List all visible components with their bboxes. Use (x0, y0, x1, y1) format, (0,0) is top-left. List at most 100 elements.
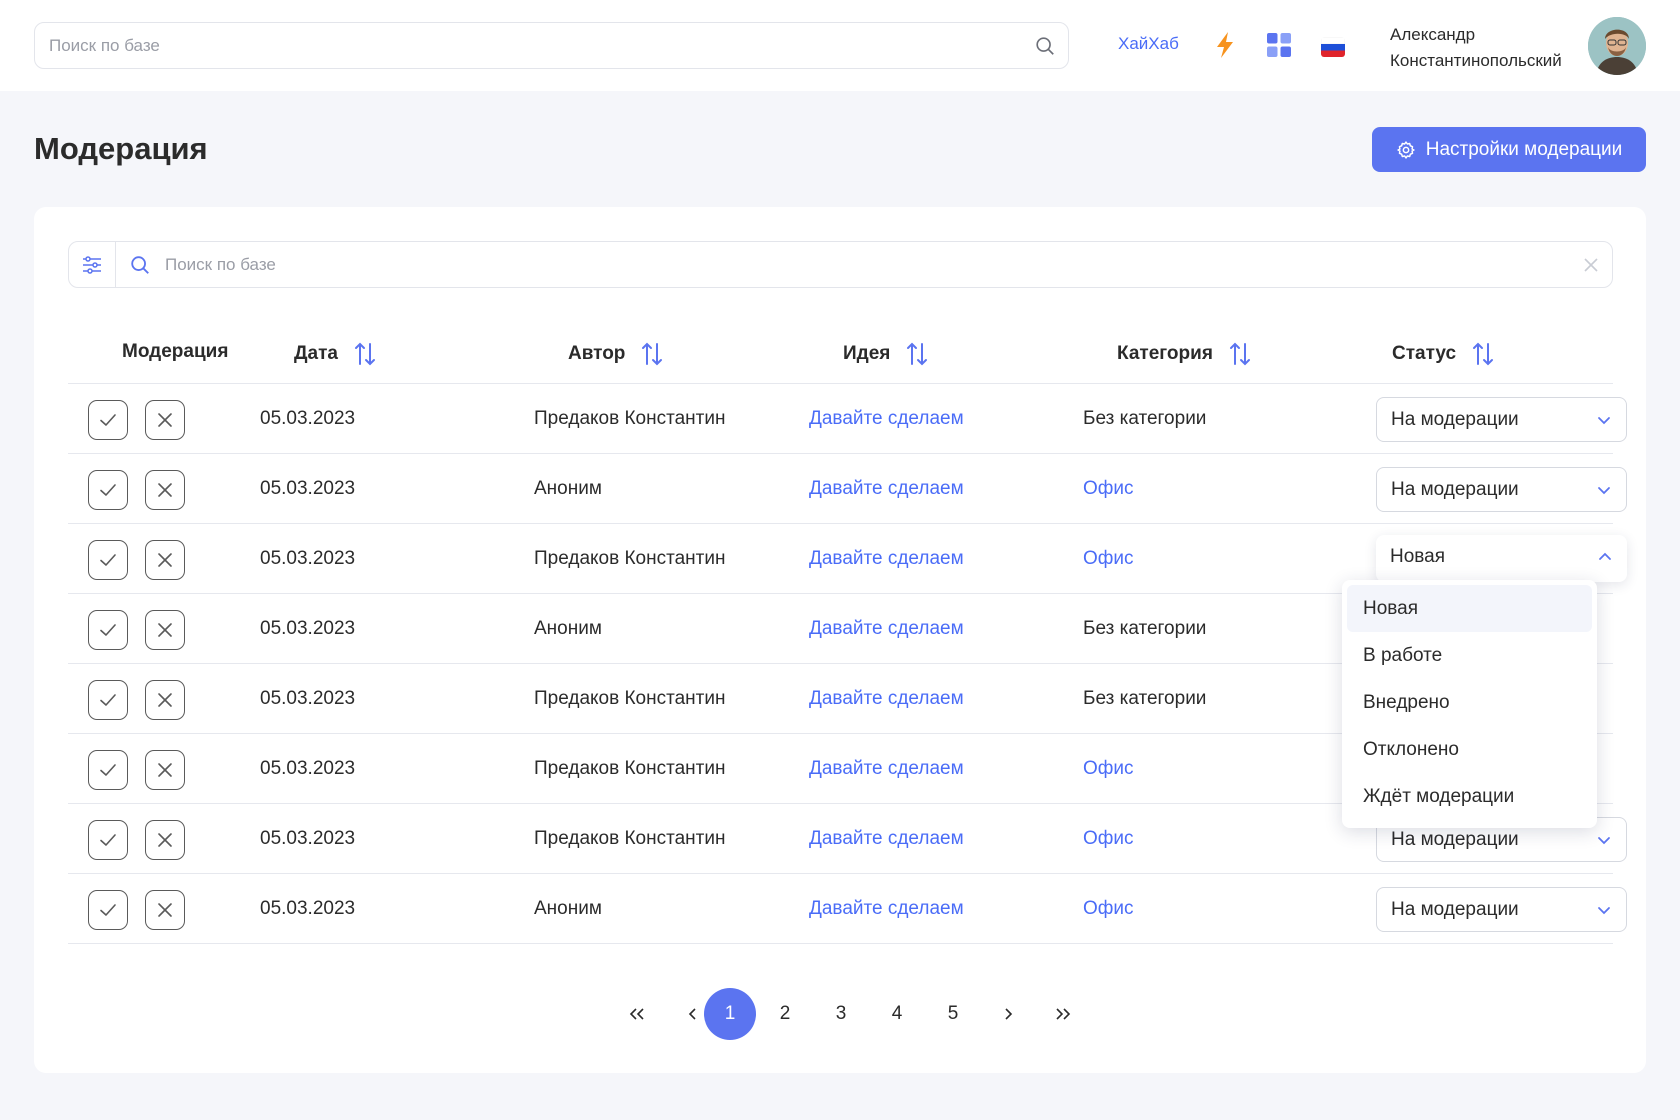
reject-button[interactable] (145, 540, 185, 580)
close-icon (155, 830, 175, 850)
approve-button[interactable] (88, 890, 128, 930)
author-cell: Предаков Константин (534, 688, 726, 709)
close-icon[interactable] (1582, 256, 1600, 274)
chevron-down-icon (1598, 907, 1610, 915)
category-cell[interactable]: Офис (1083, 548, 1134, 570)
next-page-button[interactable] (982, 988, 1034, 1040)
filter-button[interactable] (69, 242, 116, 287)
approve-button[interactable] (88, 610, 128, 650)
category-cell[interactable]: Офис (1083, 828, 1134, 850)
status-select[interactable]: Новая (1376, 535, 1627, 582)
approve-button[interactable] (88, 540, 128, 580)
column-moderation: Модерация (122, 341, 229, 362)
reject-button[interactable] (145, 610, 185, 650)
sort-icon[interactable] (641, 341, 663, 367)
approve-button[interactable] (88, 750, 128, 790)
apps-grid-icon[interactable] (1267, 33, 1291, 57)
category-cell[interactable]: Офис (1083, 478, 1134, 500)
reject-button[interactable] (145, 820, 185, 860)
search-icon[interactable] (1034, 35, 1056, 57)
lightning-icon[interactable] (1212, 31, 1238, 59)
avatar[interactable] (1588, 17, 1646, 75)
idea-link[interactable]: Давайте сделаем (809, 478, 964, 500)
category-cell[interactable]: Офис (1083, 758, 1134, 780)
page-button-2[interactable]: 2 (759, 988, 811, 1040)
page-button-5[interactable]: 5 (927, 988, 979, 1040)
idea-link[interactable]: Давайте сделаем (809, 898, 964, 920)
close-icon (155, 480, 175, 500)
idea-link[interactable]: Давайте сделаем (809, 688, 964, 710)
table-search-input[interactable] (165, 242, 1545, 287)
category-cell[interactable]: Офис (1083, 898, 1134, 920)
table-search[interactable] (68, 241, 1613, 288)
status-select[interactable]: На модерации (1376, 887, 1627, 932)
status-option[interactable]: Отклонено (1347, 726, 1592, 773)
check-icon (97, 409, 119, 431)
check-icon (97, 759, 119, 781)
first-page-button[interactable] (611, 988, 663, 1040)
reject-button[interactable] (145, 470, 185, 510)
last-page-button[interactable] (1037, 988, 1089, 1040)
user-last-name: Константинопольский (1390, 51, 1562, 70)
table-row: 05.03.2023 Аноним Давайте сделаем Офис На мо… (68, 874, 1627, 944)
close-icon (155, 900, 175, 920)
chevron-left-icon (688, 1008, 696, 1020)
approve-button[interactable] (88, 680, 128, 720)
approve-button[interactable] (88, 470, 128, 510)
global-search-input[interactable] (49, 23, 1009, 68)
column-status[interactable]: Статус (1392, 341, 1494, 367)
status-option[interactable]: Ждёт модерации (1347, 773, 1592, 820)
user-name[interactable]: Александр Константинопольский (1390, 22, 1562, 74)
sort-icon[interactable] (1472, 341, 1494, 367)
status-option[interactable]: Внедрено (1347, 679, 1592, 726)
check-icon (97, 549, 119, 571)
russian-flag-icon[interactable] (1321, 37, 1345, 57)
column-category[interactable]: Категория (1117, 341, 1251, 367)
date-cell: 05.03.2023 (260, 758, 356, 779)
idea-link[interactable]: Давайте сделаем (809, 618, 964, 640)
date-cell: 05.03.2023 (260, 478, 356, 499)
close-icon (155, 410, 175, 430)
chevron-down-icon (1598, 417, 1610, 425)
global-search[interactable] (34, 22, 1069, 69)
chevron-down-icon (1598, 837, 1610, 845)
close-icon (155, 760, 175, 780)
reject-button[interactable] (145, 680, 185, 720)
chevron-right-icon (1005, 1008, 1013, 1020)
idea-link[interactable]: Давайте сделаем (809, 408, 964, 430)
reject-button[interactable] (145, 400, 185, 440)
sort-icon[interactable] (354, 341, 376, 367)
top-bar: ХайХаб Александр Константинопольский (0, 0, 1680, 91)
page-button-3[interactable]: 3 (815, 988, 867, 1040)
author-cell: Аноним (534, 478, 602, 499)
idea-link[interactable]: Давайте сделаем (809, 758, 964, 780)
hub-link[interactable]: ХайХаб (1118, 34, 1179, 54)
close-icon (155, 550, 175, 570)
page-button-4[interactable]: 4 (871, 988, 923, 1040)
moderation-settings-button[interactable]: Настройки модерации (1372, 127, 1646, 172)
close-icon (155, 690, 175, 710)
reject-button[interactable] (145, 890, 185, 930)
idea-link[interactable]: Давайте сделаем (809, 828, 964, 850)
sort-icon[interactable] (1229, 341, 1251, 367)
check-icon (97, 829, 119, 851)
approve-button[interactable] (88, 820, 128, 860)
category-cell: Без категории (1083, 618, 1207, 639)
approve-button[interactable] (88, 400, 128, 440)
double-chevron-right-icon (1056, 1008, 1071, 1020)
status-select[interactable]: На модерации (1376, 397, 1627, 442)
category-cell: Без категории (1083, 688, 1207, 709)
idea-link[interactable]: Давайте сделаем (809, 548, 964, 570)
status-option[interactable]: Новая (1347, 585, 1592, 632)
status-select[interactable]: На модерации (1376, 467, 1627, 512)
page-title: Модерация (34, 131, 208, 166)
page-button-1[interactable]: 1 (704, 988, 756, 1040)
pagination: 1 2 3 4 5 (34, 988, 1646, 1040)
sort-icon[interactable] (906, 341, 928, 367)
column-date[interactable]: Дата (294, 341, 376, 367)
status-option[interactable]: В работе (1347, 632, 1592, 679)
status-dropdown-menu: Новая В работе Внедрено Отклонено Ждёт модер… (1342, 580, 1597, 828)
column-idea[interactable]: Идея (843, 341, 928, 367)
column-author[interactable]: Автор (568, 341, 663, 367)
reject-button[interactable] (145, 750, 185, 790)
